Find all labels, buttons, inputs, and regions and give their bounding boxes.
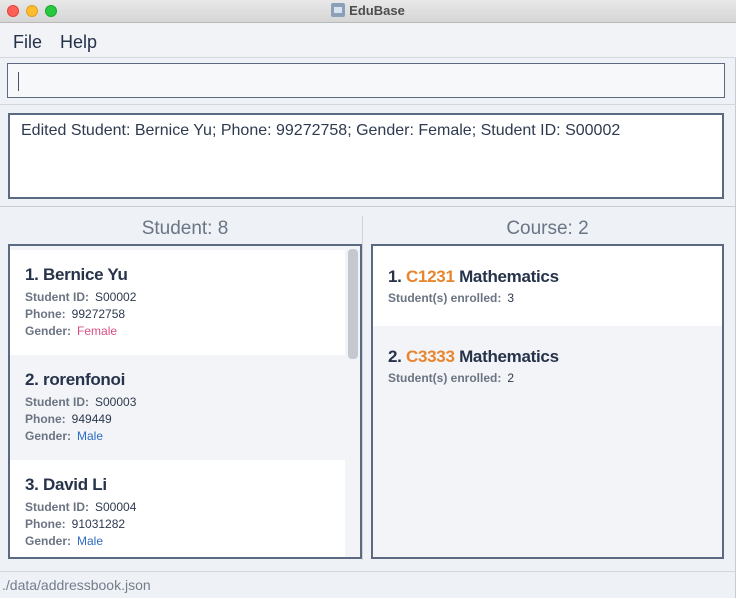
enrolled-row: Student(s) enrolled: 2 (388, 371, 515, 385)
student-name: 2. rorenfonoi (25, 370, 126, 389)
text-cursor (18, 72, 19, 91)
student-card[interactable]: 1. Bernice Yu Student ID: S00002 Phone: 99… (10, 250, 345, 355)
gender-value: Male (77, 534, 104, 548)
menu-bar: File Help (0, 23, 736, 58)
menu-help[interactable]: Help (60, 32, 97, 53)
course-panel-header: Course: 2 (506, 218, 589, 239)
student-card[interactable]: 3. David Li Student ID: S00004 Phone: 9103… (10, 460, 345, 557)
student-id-row: Student ID: S00002 (25, 290, 137, 304)
panel-divider (362, 216, 363, 560)
enrolled-row: Student(s) enrolled: 3 (388, 291, 515, 305)
course-card[interactable]: 2. C3333 Mathematics Student(s) enrolled… (373, 326, 722, 406)
student-name: 3. David Li (25, 475, 107, 494)
phone-row: Phone: 949449 (25, 412, 112, 426)
student-list[interactable]: 1. Bernice Yu Student ID: S00002 Phone: 99… (8, 244, 362, 559)
student-panel-header: Student: 8 (141, 218, 229, 239)
course-card[interactable]: 1. C1231 Mathematics Student(s) enrolled… (373, 246, 722, 326)
course-code: C1231 (406, 267, 455, 286)
title-bar: EduBase (0, 0, 736, 23)
result-display: Edited Student: Bernice Yu; Phone: 99272… (8, 113, 724, 199)
student-name: 1. Bernice Yu (25, 265, 128, 284)
status-bar: ./data/addressbook.json (0, 571, 736, 599)
gender-row: Gender: Male (25, 534, 104, 548)
menu-file[interactable]: File (13, 32, 42, 53)
student-id-row: Student ID: S00004 (25, 500, 137, 514)
student-card[interactable]: 2. rorenfonoi Student ID: S00003 Phone: 94… (10, 355, 345, 460)
command-input[interactable] (7, 63, 725, 98)
window-title: EduBase (0, 3, 736, 18)
app-icon (331, 3, 346, 17)
data-file-path: ./data/addressbook.json (2, 577, 151, 593)
gender-value: Female (77, 324, 118, 338)
course-title: 2. C3333 Mathematics (388, 347, 559, 366)
gender-row: Gender: Male (25, 429, 104, 443)
course-title: 1. C1231 Mathematics (388, 267, 559, 286)
student-list-scrollbar[interactable] (348, 249, 358, 359)
window-title-text: EduBase (349, 3, 405, 18)
gender-value: Male (77, 429, 104, 443)
phone-row: Phone: 99272758 (25, 307, 126, 321)
course-code: C3333 (406, 347, 455, 366)
student-id-row: Student ID: S00003 (25, 395, 137, 409)
course-list[interactable]: 1. C1231 Mathematics Student(s) enrolled… (371, 244, 724, 559)
phone-row: Phone: 91031282 (25, 517, 126, 531)
app-window: EduBase File Help Edited Student: Bernic… (0, 0, 736, 598)
gender-row: Gender: Female (25, 324, 118, 338)
result-panel: Edited Student: Bernice Yu; Phone: 99272… (0, 104, 736, 207)
